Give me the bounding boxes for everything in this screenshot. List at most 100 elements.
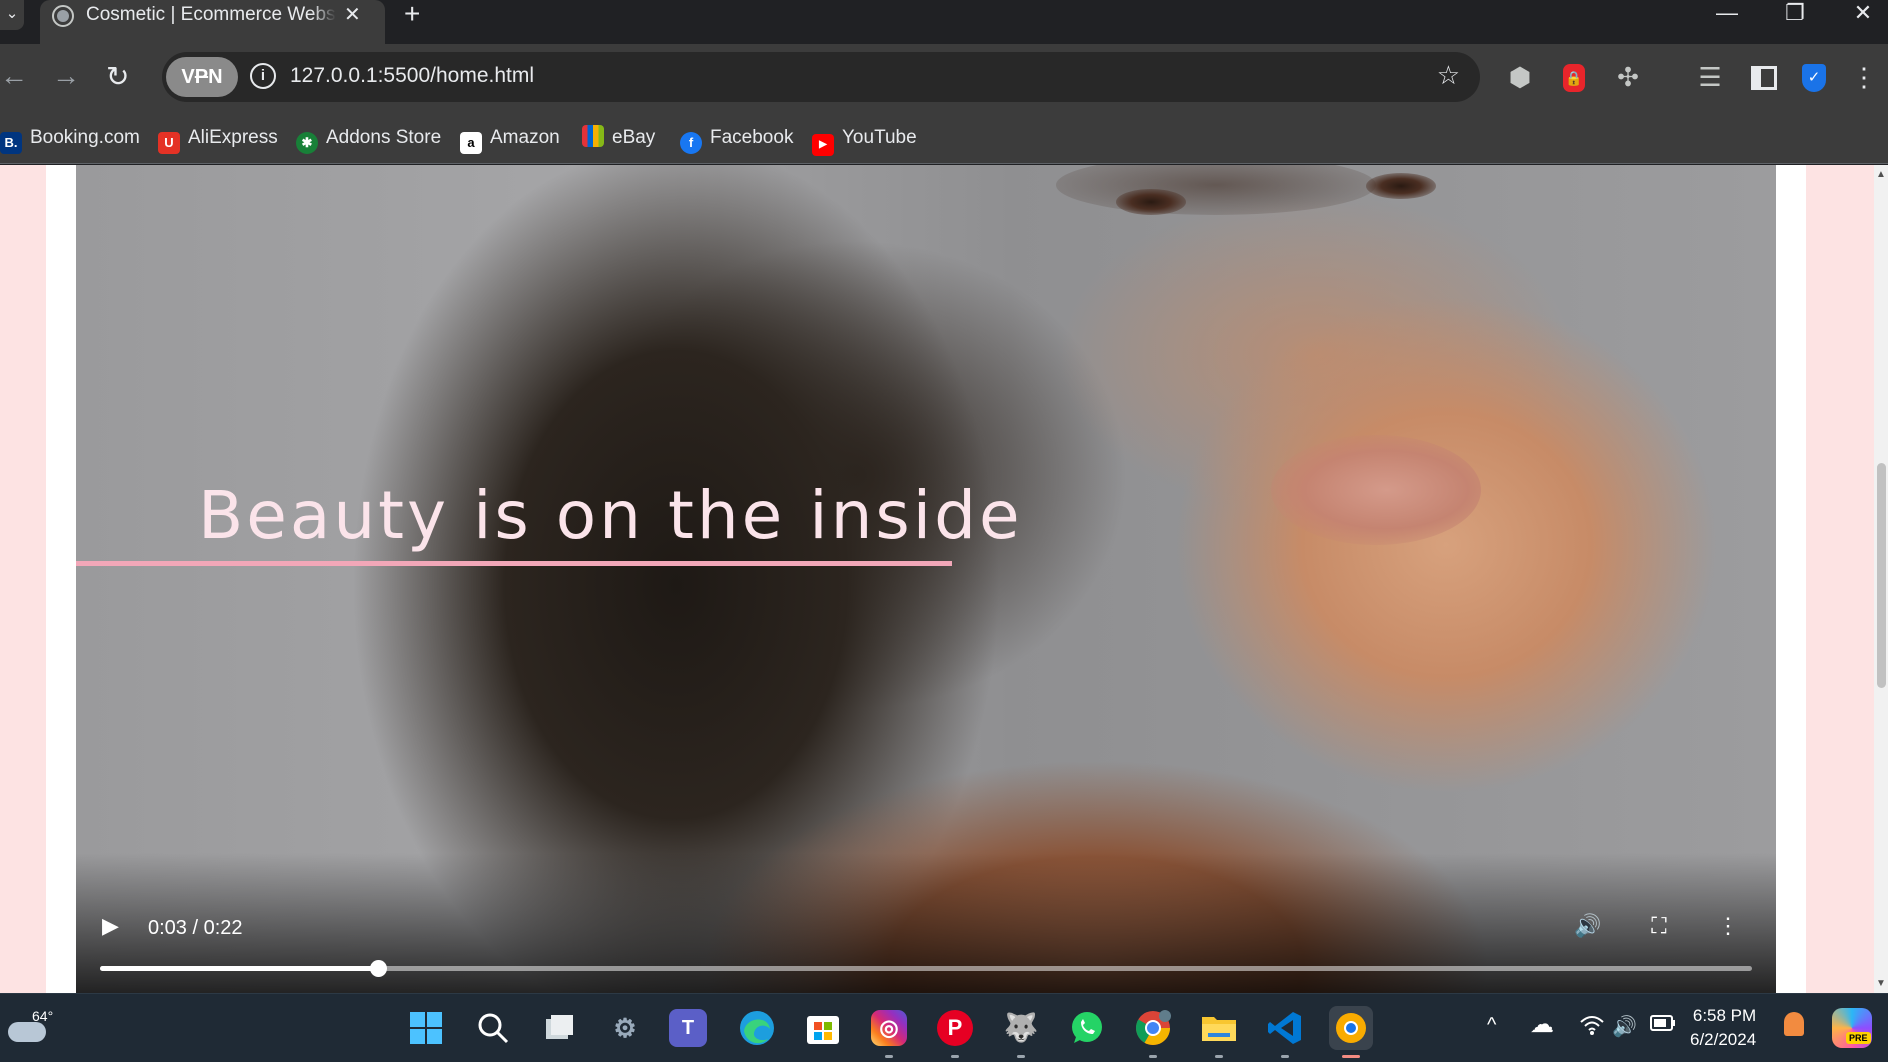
microsoft-store-icon[interactable] (801, 1006, 845, 1050)
amazon-icon: a (460, 132, 482, 154)
bookmark-label: eBay (612, 127, 656, 148)
password-manager-extension-icon[interactable]: 🔒 (1563, 64, 1585, 92)
tab-search-button[interactable]: ⌄ (0, 0, 24, 30)
bookmark-aliexpress[interactable]: U AliExpress (158, 124, 278, 154)
video-more-icon[interactable]: ⋮ (1711, 913, 1745, 939)
pinterest-glyph: P (937, 1010, 973, 1046)
notification-bell-icon[interactable] (1784, 1012, 1804, 1036)
minimize-button[interactable]: — (1702, 0, 1752, 26)
vscode-icon[interactable] (1263, 1006, 1307, 1058)
bookmarks-bar: B. Booking.com U AliExpress ✱ Addons Store … (0, 112, 1888, 164)
facebook-icon: f (680, 132, 702, 154)
teams-icon[interactable]: T (669, 1009, 707, 1047)
instagram-icon[interactable]: ◎ (867, 1006, 911, 1058)
video-progress-track[interactable] (100, 960, 1752, 977)
play-icon[interactable]: ▶ (102, 913, 119, 939)
instagram-glyph: ◎ (871, 1010, 907, 1046)
site-info-icon[interactable]: i (250, 63, 276, 89)
video-progress-fill (100, 966, 378, 971)
task-view-icon[interactable] (537, 1006, 581, 1050)
windows-taskbar: 64° ⚙ T ◎ P 🐺 ^ ☁ 🔊 6:58 PM 6/2/2024 PRE (0, 993, 1888, 1062)
aliexpress-icon: U (158, 132, 180, 154)
bookmark-booking[interactable]: B. Booking.com (0, 124, 140, 154)
video-frame-detail (1116, 189, 1186, 215)
page-scrollbar[interactable]: ▲ ▼ (1874, 165, 1888, 993)
reload-button[interactable]: ↻ (106, 60, 129, 93)
vpn-toggle-button[interactable]: VPN (166, 57, 238, 97)
scroll-up-arrow-icon[interactable]: ▲ (1876, 169, 1886, 180)
tray-chevron-icon[interactable]: ^ (1487, 1014, 1496, 1037)
close-window-button[interactable]: ✕ (1838, 0, 1888, 26)
address-bar[interactable]: VPN i 127.0.0.1:5500/home.html ☆ (162, 52, 1480, 102)
cloud-icon (8, 1022, 46, 1042)
pinterest-icon[interactable]: P (933, 1006, 977, 1058)
running-indicator (1281, 1055, 1289, 1058)
copilot-preview-badge: PRE (1846, 1032, 1871, 1044)
video-time-display: 0:03 / 0:22 (148, 917, 243, 939)
bookmark-youtube[interactable]: ▶ YouTube (812, 124, 917, 156)
browser-menu-icon[interactable]: ⋮ (1848, 62, 1880, 93)
system-clock[interactable]: 6:58 PM 6/2/2024 (1690, 1004, 1756, 1052)
extensions-puzzle-icon[interactable]: ✣ (1612, 62, 1644, 93)
url-text[interactable]: 127.0.0.1:5500/home.html (290, 64, 534, 88)
bookmark-label: AliExpress (188, 127, 278, 148)
shield-extension-icon[interactable]: ⬢ (1504, 62, 1536, 93)
video-frame-detail (1056, 165, 1376, 215)
onedrive-cloud-icon[interactable]: ☁ (1530, 1010, 1554, 1039)
hero-headline: Beauty is on the inside (198, 477, 1023, 554)
settings-gear-icon[interactable]: ⚙ (603, 1006, 647, 1050)
new-tab-button[interactable]: + (404, 0, 420, 30)
file-explorer-icon[interactable] (1197, 1006, 1241, 1058)
bookmark-star-icon[interactable]: ☆ (1437, 60, 1460, 91)
security-shield-icon[interactable]: ✓ (1802, 64, 1826, 92)
side-panel-icon[interactable] (1751, 66, 1777, 90)
weather-widget[interactable]: 64° (8, 1008, 58, 1048)
battery-icon[interactable] (1650, 1014, 1676, 1038)
active-indicator (1342, 1055, 1360, 1058)
booking-icon: B. (0, 132, 22, 154)
bookmark-label: Amazon (490, 127, 560, 148)
game-app-icon[interactable]: 🐺 (999, 1006, 1043, 1058)
page-viewport: Beauty is on the inside ▶ 0:03 / 0:22 🔊 … (0, 165, 1888, 993)
tab-title: Cosmetic | Ecommerce Website (86, 4, 336, 26)
scroll-down-arrow-icon[interactable]: ▼ (1876, 978, 1886, 989)
running-indicator (951, 1055, 959, 1058)
running-indicator (1017, 1055, 1025, 1058)
edge-icon[interactable] (735, 1006, 779, 1050)
video-frame-detail (1271, 435, 1481, 545)
weather-temp: 64° (32, 1008, 54, 1024)
reading-list-icon[interactable]: ☰ (1694, 62, 1726, 93)
bookmark-amazon[interactable]: a Amazon (460, 124, 560, 154)
tab-close-icon[interactable]: ✕ (344, 2, 361, 27)
wifi-icon[interactable] (1579, 1014, 1605, 1042)
start-button[interactable] (404, 1006, 448, 1050)
volume-tray-icon[interactable]: 🔊 (1612, 1014, 1637, 1039)
fullscreen-icon[interactable]: ⛶ (1642, 913, 1676, 939)
chrome-icon[interactable] (1131, 1006, 1175, 1058)
ebay-icon (582, 125, 604, 147)
youtube-icon: ▶ (812, 134, 834, 156)
search-icon[interactable] (471, 1006, 515, 1050)
video-controls-shade (76, 853, 1776, 993)
running-indicator (1215, 1055, 1223, 1058)
volume-icon[interactable]: 🔊 (1571, 913, 1605, 939)
tab-active[interactable]: Cosmetic | Ecommerce Website ✕ (40, 0, 385, 44)
video-progress-knob[interactable] (369, 960, 387, 977)
tab-strip: ⌄ Cosmetic | Ecommerce Website ✕ + — ❐ ✕ (0, 0, 1888, 44)
bookmark-label: Addons Store (326, 127, 442, 148)
bookmark-label: YouTube (842, 127, 917, 148)
restore-button[interactable]: ❐ (1770, 0, 1820, 26)
globe-favicon-icon (52, 5, 74, 27)
hero-video[interactable]: Beauty is on the inside ▶ 0:03 / 0:22 🔊 … (76, 165, 1776, 993)
browser-toolbar: ← → ↻ VPN i 127.0.0.1:5500/home.html ☆ ⬢… (0, 44, 1888, 112)
bookmark-label: Booking.com (30, 127, 140, 148)
chrome-canary-icon[interactable] (1329, 1006, 1373, 1058)
forward-button[interactable]: → (52, 60, 80, 92)
back-button[interactable]: ← (0, 60, 28, 92)
bookmark-facebook[interactable]: f Facebook (680, 124, 793, 154)
scroll-thumb[interactable] (1877, 463, 1886, 688)
addons-store-icon: ✱ (296, 132, 318, 154)
whatsapp-icon[interactable] (1065, 1006, 1109, 1050)
bookmark-addons-store[interactable]: ✱ Addons Store (296, 124, 442, 154)
bookmark-ebay[interactable]: eBay (582, 124, 655, 152)
